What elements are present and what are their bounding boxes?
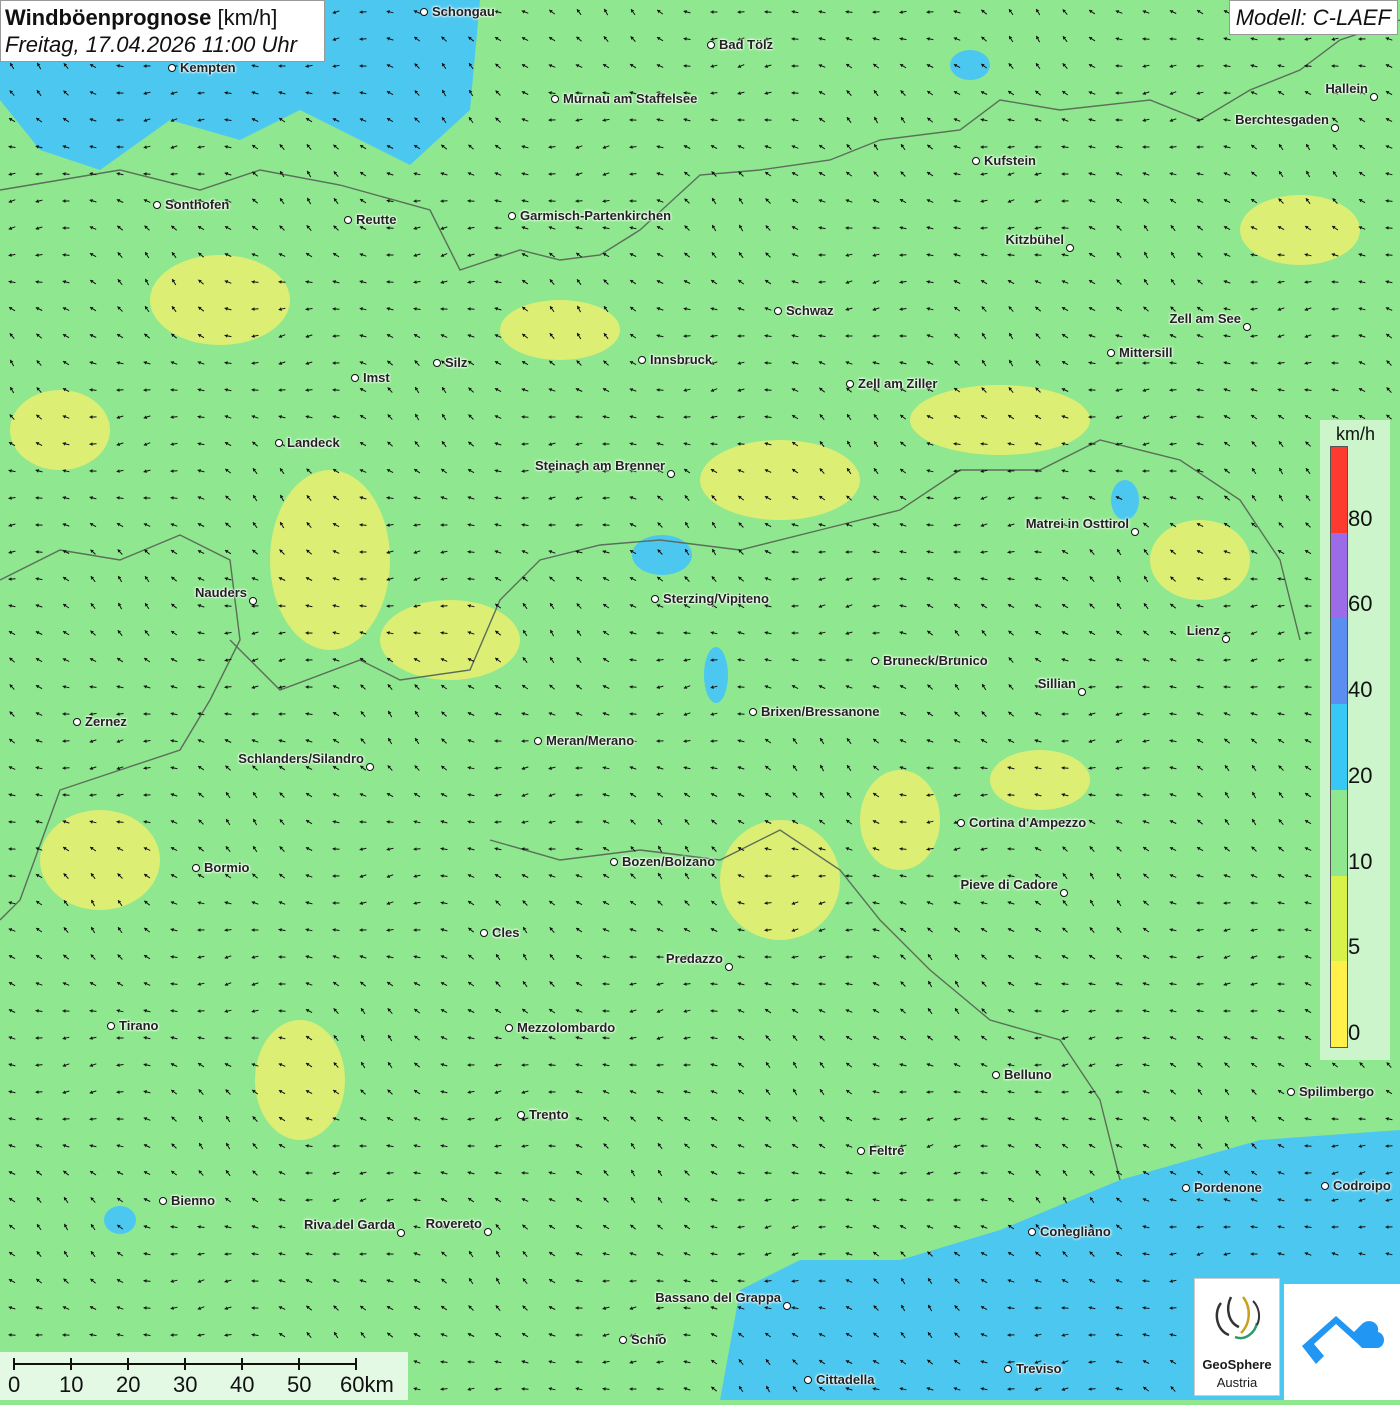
low-wind-patch	[270, 470, 390, 650]
low-wind-patch	[10, 390, 110, 470]
low-wind-patch	[380, 600, 520, 680]
strong-wind-patch	[704, 647, 728, 703]
strong-wind-patch	[104, 1206, 136, 1234]
low-wind-patch	[500, 300, 620, 360]
low-wind-patch	[1240, 195, 1360, 265]
low-wind-patch	[720, 820, 840, 940]
low-wind-patch	[255, 1020, 345, 1140]
strong-wind-patch	[1111, 480, 1139, 520]
low-wind-patch	[700, 440, 860, 520]
low-wind-patch	[860, 770, 940, 870]
low-wind-patch	[1150, 520, 1250, 600]
low-wind-patch	[150, 255, 290, 345]
low-wind-patch	[40, 810, 160, 910]
low-wind-patch	[990, 750, 1090, 810]
